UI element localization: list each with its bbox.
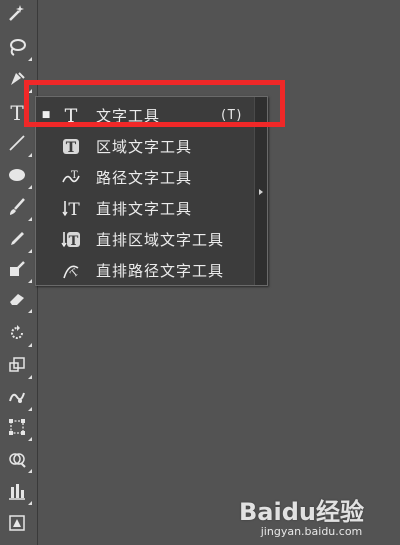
svg-text:T: T: [69, 267, 81, 280]
flyout-item-label: 文字工具: [96, 106, 161, 125]
free-transform-tool[interactable]: [2, 416, 32, 442]
symbol-sprayer-tool[interactable]: [2, 512, 32, 538]
pen-icon: [7, 69, 27, 93]
warp-icon: [7, 387, 27, 411]
tool-group-indicator: [28, 153, 32, 157]
eraser-icon: [7, 289, 27, 313]
scale-tool[interactable]: [2, 354, 32, 380]
type-tool[interactable]: T: [2, 100, 32, 126]
svg-text:T: T: [65, 105, 78, 125]
lasso-tool[interactable]: [2, 36, 32, 62]
rotate-tool[interactable]: [2, 322, 32, 348]
flyout-item-label: 区域文字工具: [96, 137, 193, 156]
shape-builder-tool[interactable]: [2, 448, 32, 474]
svg-text:T: T: [69, 234, 79, 249]
magic-wand-tool[interactable]: [2, 2, 32, 28]
tearoff-strip[interactable]: [254, 97, 267, 285]
flyout-item-vertical-type-tool[interactable]: T 直排文字工具: [36, 193, 255, 223]
tool-group-indicator: [28, 469, 32, 473]
vertical-type-on-path-icon: T: [56, 260, 86, 280]
tearoff-arrow-icon: [259, 189, 263, 195]
flyout-item-label: 路径文字工具: [96, 168, 193, 187]
area-type-icon: T: [56, 136, 86, 156]
type-t-icon: T: [10, 101, 24, 125]
svg-text:T: T: [68, 200, 80, 218]
tool-group-indicator: [28, 309, 32, 313]
pencil-tool[interactable]: [2, 228, 32, 254]
type-icon: T: [56, 105, 86, 125]
brush-icon: [7, 197, 27, 221]
lasso-icon: [7, 37, 27, 61]
flyout-item-area-type-tool[interactable]: T 区域文字工具: [36, 131, 255, 161]
type-on-path-icon: T: [56, 167, 86, 187]
ellipse-icon: [7, 165, 27, 189]
tool-group-indicator: [28, 279, 32, 283]
shaper-tool[interactable]: [2, 258, 32, 284]
line-icon: [7, 133, 27, 157]
shaper-icon: [7, 259, 27, 283]
tool-group-indicator: [28, 501, 32, 505]
svg-text:T: T: [66, 140, 77, 156]
tool-group-indicator: [28, 375, 32, 379]
svg-text:T: T: [71, 170, 78, 181]
tool-group-indicator: [28, 437, 32, 441]
graph-icon: [7, 481, 27, 505]
tool-group-indicator: [28, 185, 32, 189]
vertical-type-icon: T: [56, 198, 86, 218]
pencil-icon: [7, 229, 27, 253]
symbol-icon: [7, 513, 27, 537]
tools-panel: T: [0, 0, 38, 545]
flyout-item-label: 直排文字工具: [96, 199, 193, 218]
free-transform-icon: [7, 417, 27, 441]
app-window: T ■ T 文字工具 (T) T 区域文字工具 T 路径文字工具 T 直排文字工…: [0, 0, 400, 545]
line-segment-tool[interactable]: [2, 132, 32, 158]
tool-group-indicator: [28, 343, 32, 347]
magic-wand-icon: [7, 3, 27, 27]
flyout-item-label: 直排路径文字工具: [96, 261, 225, 280]
flyout-item-type-on-path-tool[interactable]: T 路径文字工具: [36, 162, 255, 192]
watermark-logo: Baidu经验: [239, 498, 364, 526]
selected-marker: ■: [41, 110, 51, 120]
flyout-item-vertical-area-type-tool[interactable]: T 直排区域文字工具: [36, 224, 255, 254]
warp-tool[interactable]: [2, 386, 32, 412]
graph-tool[interactable]: [2, 480, 32, 506]
tool-group-indicator: [28, 57, 32, 61]
eraser-tool[interactable]: [2, 288, 32, 314]
tool-group-indicator: [28, 89, 32, 93]
pen-tool[interactable]: [2, 68, 32, 94]
ellipse-tool[interactable]: [2, 164, 32, 190]
shortcut-label: (T): [219, 107, 243, 123]
rotate-icon: [7, 323, 27, 347]
flyout-item-label: 直排区域文字工具: [96, 230, 225, 249]
tool-group-indicator: [28, 407, 32, 411]
watermark-url: jingyan.baidu.com: [260, 525, 363, 538]
flyout-item-type-tool[interactable]: ■ T 文字工具 (T): [36, 100, 255, 130]
baidu-jingyan-watermark: Baidu经验 jingyan.baidu.com: [239, 492, 364, 538]
shape-builder-icon: [7, 449, 27, 473]
type-tools-flyout: ■ T 文字工具 (T) T 区域文字工具 T 路径文字工具 T 直排文字工具 …: [35, 96, 268, 286]
tool-group-indicator: [28, 249, 32, 253]
scale-icon: [7, 355, 27, 379]
vertical-area-type-icon: T: [56, 229, 86, 249]
flyout-item-vertical-type-on-path-tool[interactable]: T 直排路径文字工具: [36, 255, 255, 285]
paintbrush-tool[interactable]: [2, 196, 32, 222]
tool-group-indicator: [28, 217, 32, 221]
